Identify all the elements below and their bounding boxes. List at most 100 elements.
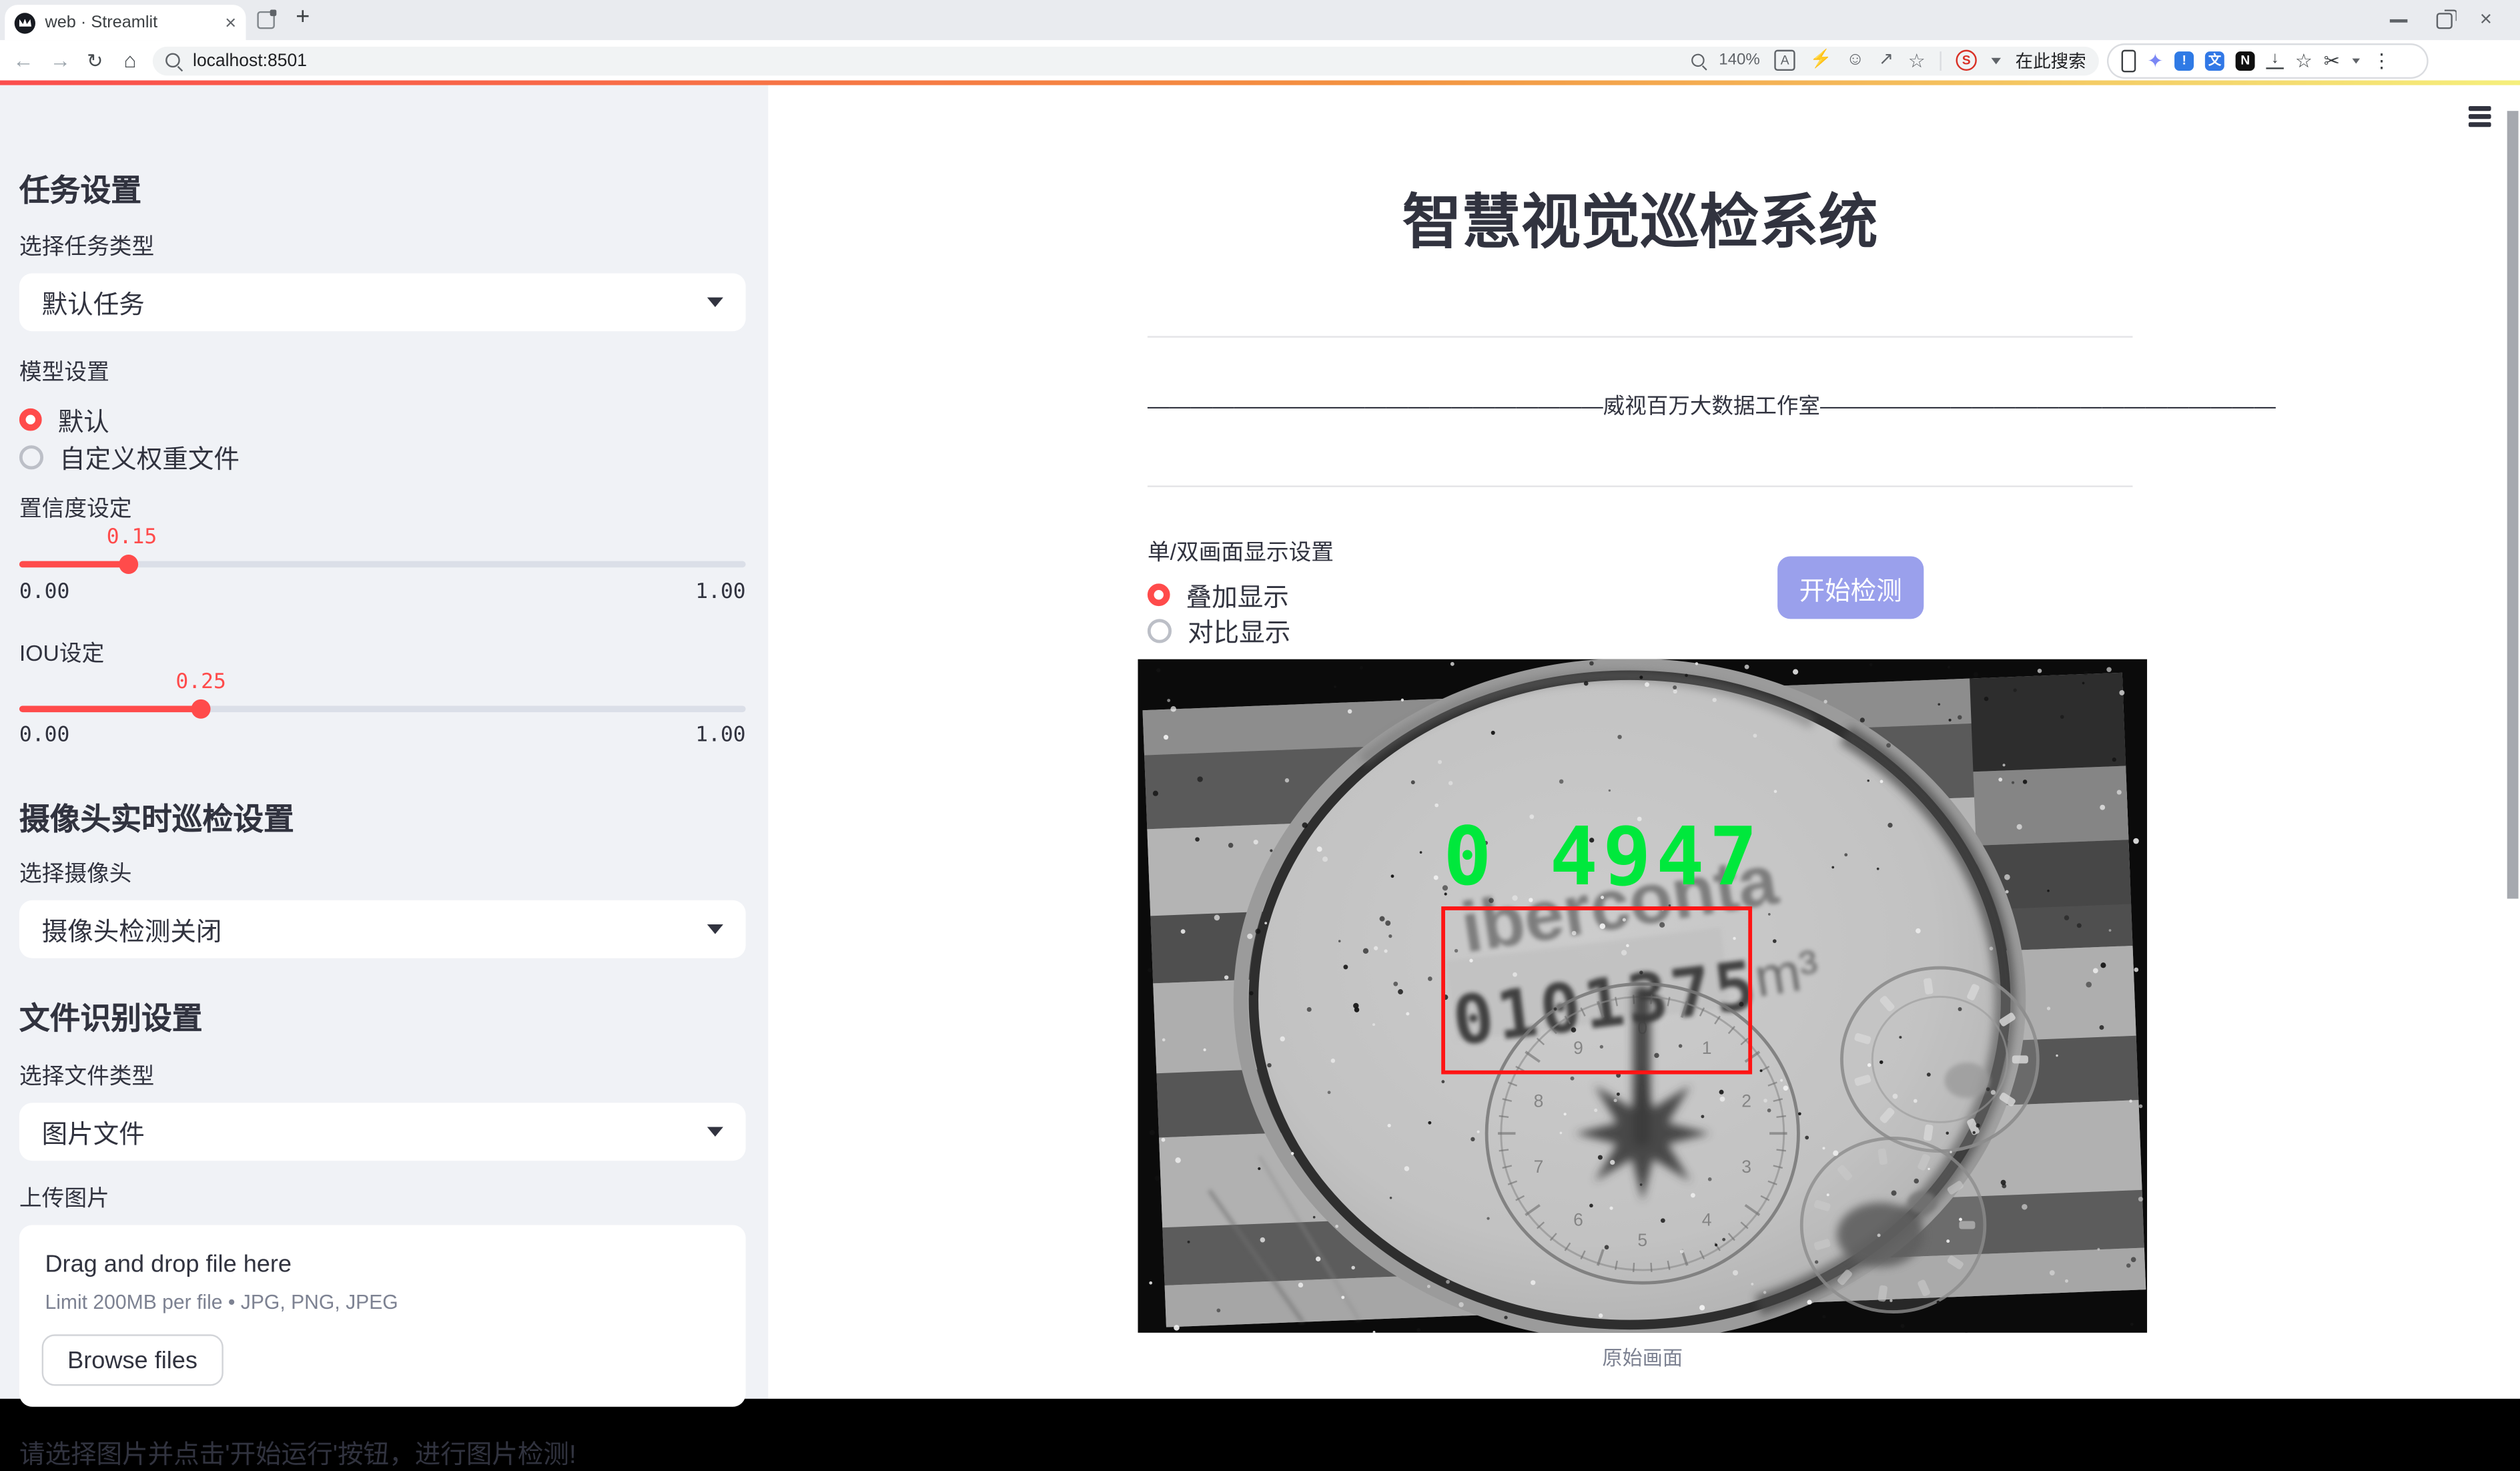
window-restore-button[interactable] xyxy=(2437,13,2453,29)
svg-text:9: 9 xyxy=(1573,1038,1583,1058)
range-max: 1.00 xyxy=(695,723,745,748)
chevron-down-icon xyxy=(707,924,723,934)
address-bar-actions: 140% A ⚡ ☺ ↗ ☆ S 在此搜索 xyxy=(1690,47,2086,73)
app-menu-icon[interactable] xyxy=(2469,103,2491,131)
iou-label: IOU设定 xyxy=(19,637,104,669)
window-minimize-button[interactable] xyxy=(2390,19,2407,22)
new-tab-button[interactable]: + xyxy=(296,3,310,31)
start-detection-button[interactable]: 开始检测 xyxy=(1777,556,1924,619)
tab-close-icon[interactable]: × xyxy=(225,11,236,34)
task-type-label: 选择任务类型 xyxy=(19,230,154,262)
url-text[interactable]: localhost:8501 xyxy=(193,51,1690,70)
browser-window: web · Streamlit × + × ← → ↻ ⌂ localhost:… xyxy=(0,0,2520,1399)
svg-text:6: 6 xyxy=(1573,1209,1583,1229)
page-title: 智慧视觉巡检系统 xyxy=(1148,174,2133,260)
model-settings-label: 模型设置 xyxy=(19,355,109,387)
forward-icon[interactable]: → xyxy=(50,40,71,80)
bookmark-star-icon[interactable]: ☆ xyxy=(1908,51,1926,70)
iou-value: 0.25 xyxy=(165,670,236,694)
browser-tab[interactable]: web · Streamlit × xyxy=(5,5,246,40)
dropzone-title: Drag and drop file here xyxy=(45,1251,292,1278)
search-icon xyxy=(165,53,180,67)
radio-unselected-icon xyxy=(1148,618,1172,642)
svg-text:1: 1 xyxy=(1702,1038,1712,1058)
gemini-extension-icon[interactable]: ✦ xyxy=(2147,49,2163,71)
alert-extension-icon[interactable]: ! xyxy=(2174,51,2194,70)
camera-select[interactable]: 摄像头检测关闭 xyxy=(19,900,746,958)
small-dial-bottom xyxy=(1801,1138,1985,1311)
confidence-slider[interactable] xyxy=(19,553,746,573)
range-min: 0.00 xyxy=(19,723,69,748)
streamlit-decoration-bar xyxy=(0,80,2520,85)
iou-slider[interactable] xyxy=(19,697,746,717)
camera-settings-heading: 摄像头实时巡检设置 xyxy=(19,796,294,839)
tab-organize-icon[interactable] xyxy=(257,11,274,29)
tab-title: web · Streamlit xyxy=(45,13,218,32)
model-radio-custom[interactable]: 自定义权重文件 xyxy=(19,440,240,473)
svg-text:3: 3 xyxy=(1741,1157,1751,1177)
image-caption: 原始画面 xyxy=(1138,1341,2147,1372)
file-type-select[interactable]: 图片文件 xyxy=(19,1103,746,1161)
zoom-icon[interactable] xyxy=(1691,54,1704,67)
scrollbar[interactable] xyxy=(2507,111,2519,898)
zoom-level[interactable]: 140% xyxy=(1719,51,1760,69)
display-radio-overlay[interactable]: 叠加显示 xyxy=(1148,579,1289,611)
svg-text:7: 7 xyxy=(1534,1157,1544,1177)
chevron-down-icon xyxy=(707,298,723,307)
divider xyxy=(1148,336,2133,337)
browse-files-button[interactable]: Browse files xyxy=(42,1334,224,1386)
search-engine-logo-icon[interactable]: S xyxy=(1956,50,1976,71)
reader-icon[interactable]: ☺ xyxy=(1846,51,1864,69)
divider xyxy=(1940,51,1941,70)
notion-extension-icon[interactable]: N xyxy=(2236,51,2255,70)
translate-extension-icon[interactable]: 文 xyxy=(2205,51,2224,70)
dropzone-hint: Limit 200MB per file • JPG, PNG, JPEG xyxy=(45,1291,398,1313)
scissors-icon[interactable]: ✂ xyxy=(2324,49,2340,71)
radio-label: 对比显示 xyxy=(1188,611,1290,649)
back-icon[interactable]: ← xyxy=(13,40,33,80)
file-type-label: 选择文件类型 xyxy=(19,1059,154,1091)
slider-thumb[interactable] xyxy=(119,554,138,573)
window-close-button[interactable]: × xyxy=(2480,7,2492,31)
address-bar[interactable]: localhost:8501 140% A ⚡ ☺ ↗ ☆ S 在此搜索 xyxy=(153,46,2099,75)
model-radio-default[interactable]: 默认 xyxy=(19,404,109,436)
home-icon[interactable]: ⌂ xyxy=(123,40,136,80)
file-dropzone[interactable]: Drag and drop file here Limit 200MB per … xyxy=(19,1225,746,1406)
select-value: 图片文件 xyxy=(42,1113,707,1151)
chevron-down-icon xyxy=(707,1127,723,1137)
search-here-label[interactable]: 在此搜索 xyxy=(2016,47,2086,73)
svg-text:5: 5 xyxy=(1637,1230,1647,1250)
star-icon[interactable]: ☆ xyxy=(2295,49,2313,71)
radio-selected-icon xyxy=(19,408,42,431)
task-type-select[interactable]: 默认任务 xyxy=(19,273,746,331)
radio-label: 默认 xyxy=(58,400,109,439)
radio-label: 自定义权重文件 xyxy=(59,437,240,476)
radio-unselected-icon xyxy=(19,445,43,469)
translate-icon[interactable]: A xyxy=(1774,50,1795,71)
svg-text:2: 2 xyxy=(1741,1091,1751,1111)
extensions-bar: ✦ ! 文 N ↓ ☆ ✂ ⋮ xyxy=(2108,44,2427,76)
reload-icon[interactable]: ↻ xyxy=(87,40,103,80)
confidence-label: 置信度设定 xyxy=(19,492,132,524)
sidebar-note: 请选择图片并点击'开始运行'按钮，进行图片检测! xyxy=(19,1432,576,1471)
slider-fill xyxy=(19,560,129,567)
svg-text:4: 4 xyxy=(1702,1209,1712,1229)
lightning-icon[interactable]: ⚡ xyxy=(1809,51,1831,69)
phone-extension-icon[interactable] xyxy=(2122,49,2136,71)
slider-thumb[interactable] xyxy=(191,699,211,718)
browser-titlebar: web · Streamlit × + × xyxy=(0,0,2520,40)
select-value: 默认任务 xyxy=(42,283,707,322)
confidence-range: 0.00 1.00 xyxy=(19,581,746,605)
sidebar: 任务设置 选择任务类型 默认任务 模型设置 默认 自定义权重文件 置信度设定 0… xyxy=(0,85,768,1399)
detection-image: iberconta 0101375 m³ 0123456789 xyxy=(1138,659,2147,1333)
chevron-down-icon[interactable] xyxy=(1991,57,2000,64)
task-settings-heading: 任务设置 xyxy=(19,168,141,211)
chevron-down-icon[interactable] xyxy=(2352,57,2360,63)
camera-label: 选择摄像头 xyxy=(19,857,132,889)
share-icon[interactable]: ↗ xyxy=(1879,51,1894,69)
display-radio-compare[interactable]: 对比显示 xyxy=(1148,614,1290,646)
confidence-value: 0.15 xyxy=(97,526,167,550)
download-icon[interactable]: ↓ xyxy=(2266,51,2284,69)
file-settings-heading: 文件识别设置 xyxy=(19,995,203,1039)
kebab-menu-icon[interactable]: ⋮ xyxy=(2372,49,2391,71)
